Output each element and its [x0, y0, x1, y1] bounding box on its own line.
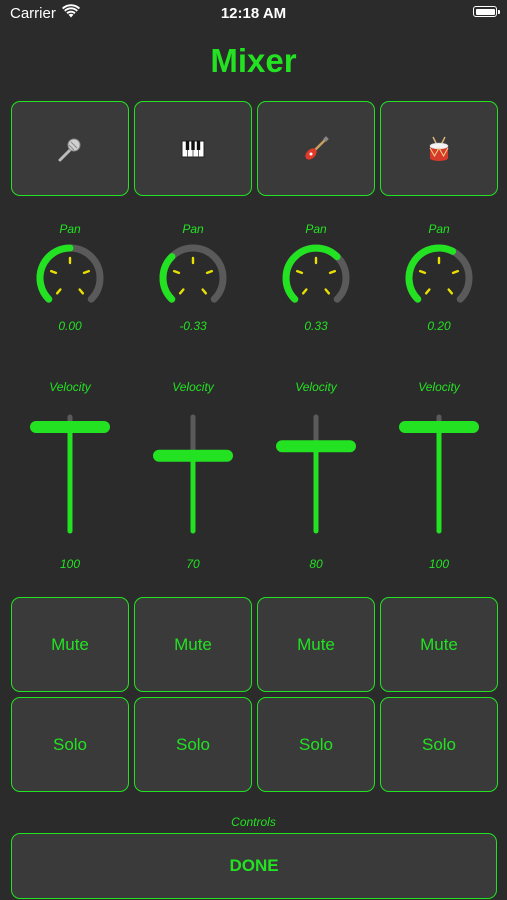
pan-knob-tick	[328, 269, 336, 275]
pan-knob[interactable]	[155, 240, 231, 316]
microphone-icon	[58, 138, 81, 161]
pan-knob-tick	[178, 288, 185, 295]
mute-label: Mute	[297, 634, 335, 654]
velocity-value: 70	[186, 557, 200, 571]
velocity-slider[interactable]	[11, 413, 129, 535]
pan-knob-tick	[78, 288, 85, 295]
piano-keys-icon	[181, 140, 205, 157]
solo-button[interactable]: Solo	[134, 697, 252, 792]
mute-label: Mute	[51, 634, 89, 654]
pan-label: Pan	[428, 222, 450, 236]
done-label: DONE	[229, 856, 279, 875]
pan-label: Pan	[59, 222, 81, 236]
solo-label: Solo	[52, 734, 88, 754]
pan-knob-fill	[405, 244, 457, 303]
pan-knob-tick	[55, 288, 62, 295]
pan-knob-tick	[50, 269, 58, 275]
page-title: Mixer	[210, 42, 297, 79]
velocity-label: Velocity	[49, 380, 91, 394]
pan-value: 0.20	[427, 319, 451, 333]
pan-knob-tick	[447, 288, 454, 295]
pan-value: 0.00	[58, 319, 82, 333]
instrument-button-microphone[interactable]	[11, 101, 129, 196]
pan-knob-tick	[324, 288, 331, 295]
instrument-button-piano[interactable]	[134, 101, 252, 196]
pan-label: Pan	[305, 222, 327, 236]
clock: 12:18 AM	[220, 5, 287, 22]
pan-knob-tick	[424, 288, 431, 295]
mute-button[interactable]: Mute	[11, 597, 129, 692]
instrument-button-drum[interactable]	[380, 101, 498, 196]
solo-label: Solo	[175, 734, 211, 754]
velocity-label: Velocity	[418, 380, 460, 394]
pan-value: -0.33	[179, 319, 207, 333]
pan-knob-tick	[451, 269, 459, 275]
solo-label: Solo	[421, 734, 457, 754]
pan-knob[interactable]	[401, 240, 477, 316]
solo-label: Solo	[298, 734, 334, 754]
solo-button[interactable]: Solo	[257, 697, 375, 792]
done-button[interactable]: DONE	[11, 833, 497, 899]
mute-label: Mute	[174, 634, 212, 654]
pan-knob-tick	[419, 269, 427, 275]
pan-knob-tick	[82, 269, 90, 275]
velocity-label: Velocity	[172, 380, 214, 394]
pan-knob-tick	[301, 288, 308, 295]
velocity-value: 80	[309, 557, 323, 571]
solo-button[interactable]: Solo	[380, 697, 498, 792]
velocity-slider[interactable]	[380, 413, 498, 535]
drum-icon	[429, 136, 449, 161]
pan-knob-tick	[173, 269, 181, 275]
pan-knob-tick	[296, 269, 304, 275]
velocity-slider[interactable]	[257, 413, 375, 535]
velocity-value: 100	[428, 557, 450, 571]
mute-button[interactable]: Mute	[380, 597, 498, 692]
pan-label: Pan	[182, 222, 204, 236]
battery-icon	[473, 6, 500, 17]
pan-knob-tick	[201, 288, 208, 295]
pan-knob[interactable]	[278, 240, 354, 316]
controls-label: Controls	[231, 815, 276, 829]
pan-knob[interactable]	[32, 240, 108, 316]
instrument-button-guitar[interactable]	[257, 101, 375, 196]
solo-button[interactable]: Solo	[11, 697, 129, 792]
mute-label: Mute	[420, 634, 458, 654]
status-bar: Carrier 12:18 AM	[0, 0, 507, 28]
electric-guitar-icon	[305, 135, 329, 160]
mute-button[interactable]: Mute	[134, 597, 252, 692]
velocity-slider[interactable]	[134, 413, 252, 535]
pan-knob-tick	[205, 269, 213, 275]
velocity-value: 100	[59, 557, 81, 571]
pan-value: 0.33	[304, 319, 328, 333]
mute-button[interactable]: Mute	[257, 597, 375, 692]
pan-knob-fill	[159, 253, 176, 303]
velocity-label: Velocity	[295, 380, 337, 394]
